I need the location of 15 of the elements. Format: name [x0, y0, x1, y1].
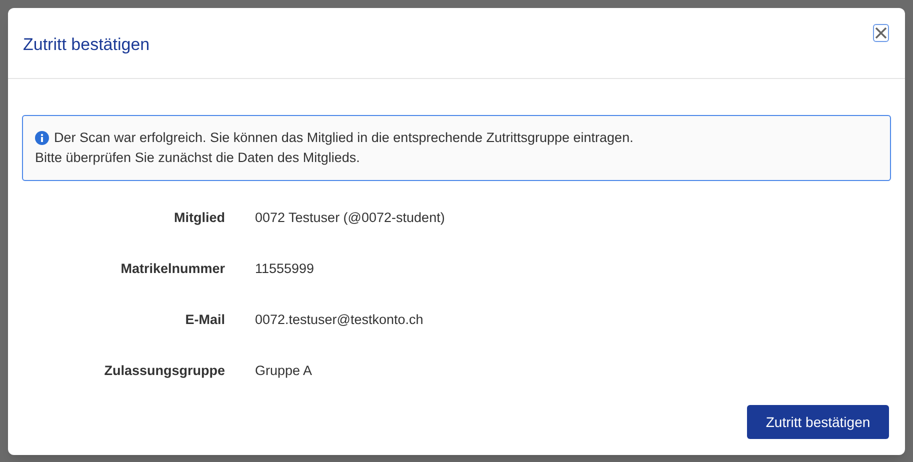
field-label: Mitglied — [173, 209, 225, 228]
alert-text: Der Scan war erfolgreich. Sie können das Mitglied in die entsprechende Zutrittsgruppe eintragen. — [54, 129, 634, 147]
dialog-title: Zutritt bestätigen — [23, 34, 150, 56]
field-value: 0072 Testuser (@0072-student) — [255, 209, 445, 228]
field-label: E-Mail — [184, 311, 225, 330]
close-icon — [875, 27, 887, 39]
field-value: 11555999 — [255, 260, 314, 278]
field-label: Matrikelnummer — [120, 260, 225, 278]
close-button[interactable] — [873, 24, 889, 42]
field-label: Zulassungsgruppe — [103, 362, 225, 380]
info-icon — [35, 131, 49, 145]
field-value: 0072.testuser@testkonto.ch — [255, 311, 424, 330]
field-value: Gruppe A — [255, 362, 312, 380]
alert-text: Bitte überprüfen Sie zunächst die Daten des Mitglieds. — [35, 149, 360, 167]
confirm-button[interactable]: Zutritt bestätigen — [747, 405, 889, 439]
